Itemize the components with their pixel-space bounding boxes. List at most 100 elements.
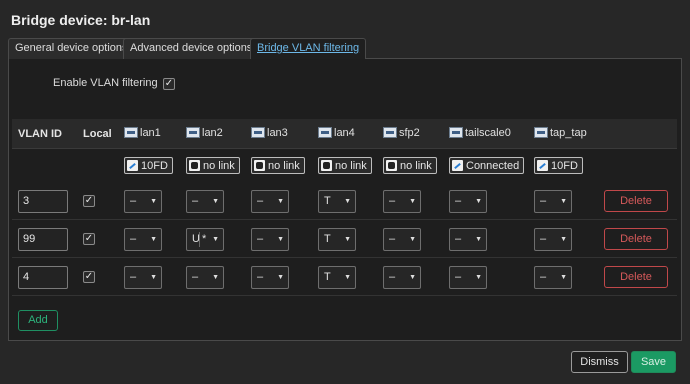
- port-membership-select-lan4[interactable]: T ▼: [318, 190, 356, 213]
- port-membership-select-lan2[interactable]: U * ▼: [186, 228, 224, 251]
- local-checkbox[interactable]: ✓: [83, 233, 95, 245]
- ethernet-icon: [318, 127, 332, 138]
- port-status-lan1: 10FD: [124, 157, 173, 174]
- enable-vlan-filtering-label: Enable VLAN filtering: [53, 77, 158, 89]
- select-value: –: [257, 271, 264, 283]
- port-membership-select-lan3[interactable]: – ▼: [251, 190, 289, 213]
- vlan-id-input[interactable]: 4: [18, 266, 68, 289]
- select-value: –: [130, 233, 137, 245]
- chevron-down-icon: ▼: [344, 236, 351, 243]
- select-value: T: [324, 195, 331, 207]
- chevron-down-icon: ▼: [277, 274, 284, 281]
- port-membership-select-lan1[interactable]: – ▼: [124, 228, 162, 251]
- port-membership-select-lan4[interactable]: T ▼: [318, 228, 356, 251]
- port-membership-select-lan3[interactable]: – ▼: [251, 266, 289, 289]
- enable-vlan-filtering-checkbox[interactable]: ✓: [163, 78, 175, 90]
- tab-vlan-filtering[interactable]: Bridge VLAN filtering: [250, 38, 367, 60]
- dialog-title: Bridge device: br-lan: [11, 12, 151, 28]
- chevron-down-icon: ▼: [475, 236, 482, 243]
- tunnel-icon: [449, 127, 463, 138]
- no-link-icon: [254, 160, 265, 171]
- chevron-down-icon: ▼: [344, 198, 351, 205]
- delete-button[interactable]: Delete: [604, 228, 668, 250]
- save-button[interactable]: Save: [631, 351, 676, 373]
- vlan-id-header: VLAN ID: [18, 128, 62, 140]
- port-membership-select-lan4[interactable]: T ▼: [318, 266, 356, 289]
- local-checkbox[interactable]: ✓: [83, 195, 95, 207]
- port-header-lan1: lan1: [124, 124, 161, 141]
- chevron-down-icon: ▼: [475, 274, 482, 281]
- chevron-down-icon: ▼: [277, 198, 284, 205]
- port-name: lan2: [202, 126, 223, 139]
- port-name: tap_tap: [550, 126, 587, 139]
- port-status-text: no link: [268, 159, 300, 172]
- local-checkbox[interactable]: ✓: [83, 271, 95, 283]
- select-value: –: [540, 233, 547, 245]
- port-name: tailscale0: [465, 126, 511, 139]
- ethernet-icon: [124, 127, 138, 138]
- port-membership-select-tap_tap[interactable]: – ▼: [534, 190, 572, 213]
- select-value: –: [455, 233, 462, 245]
- primary-vlan-marker: *: [202, 233, 207, 245]
- select-value: –: [540, 271, 547, 283]
- port-status-text: no link: [203, 159, 235, 172]
- port-membership-select-lan1[interactable]: – ▼: [124, 266, 162, 289]
- select-value: –: [389, 233, 396, 245]
- port-membership-select-sfp2[interactable]: – ▼: [383, 266, 421, 289]
- chevron-down-icon: ▼: [344, 274, 351, 281]
- chevron-down-icon: ▼: [212, 236, 219, 243]
- no-link-icon: [386, 160, 397, 171]
- port-membership-select-tap_tap[interactable]: – ▼: [534, 266, 572, 289]
- select-value: –: [130, 195, 137, 207]
- port-membership-select-tailscale0[interactable]: – ▼: [449, 190, 487, 213]
- tab-advanced[interactable]: Advanced device options: [123, 38, 260, 59]
- chevron-down-icon: ▼: [150, 274, 157, 281]
- port-membership-select-tap_tap[interactable]: – ▼: [534, 228, 572, 251]
- select-value: –: [257, 233, 264, 245]
- link-up-icon: [452, 160, 463, 171]
- port-header-lan2: lan2: [186, 124, 223, 141]
- port-status-tailscale0: Connected: [449, 157, 525, 174]
- port-membership-select-sfp2[interactable]: – ▼: [383, 228, 421, 251]
- select-value: –: [192, 271, 199, 283]
- ethernet-icon: [383, 127, 397, 138]
- port-membership-select-lan2[interactable]: – ▼: [186, 190, 224, 213]
- port-header-lan4: lan4: [318, 124, 355, 141]
- select-value: –: [540, 195, 547, 207]
- delete-button[interactable]: Delete: [604, 190, 668, 212]
- add-button[interactable]: Add: [18, 310, 58, 331]
- vlan-id-input[interactable]: 3: [18, 190, 68, 213]
- port-header-lan3: lan3: [251, 124, 288, 141]
- select-value: –: [389, 195, 396, 207]
- select-value: –: [455, 195, 462, 207]
- port-membership-select-lan1[interactable]: – ▼: [124, 190, 162, 213]
- port-status-tap_tap: 10FD: [534, 157, 583, 174]
- select-value: T: [324, 271, 331, 283]
- chevron-down-icon: ▼: [409, 236, 416, 243]
- local-header: Local: [83, 128, 112, 140]
- chevron-down-icon: ▼: [150, 198, 157, 205]
- tab-bar: General device options Advanced device o…: [8, 38, 682, 60]
- port-status-text: no link: [335, 159, 367, 172]
- chevron-down-icon: ▼: [212, 198, 219, 205]
- vlan-id-input[interactable]: 99: [18, 228, 68, 251]
- port-status-lan4: no link: [318, 157, 372, 174]
- port-membership-select-lan3[interactable]: – ▼: [251, 228, 289, 251]
- select-value: –: [130, 271, 137, 283]
- port-membership-select-tailscale0[interactable]: – ▼: [449, 266, 487, 289]
- port-status-text: no link: [400, 159, 432, 172]
- port-name: lan4: [334, 126, 355, 139]
- link-up-icon: [537, 160, 548, 171]
- delete-button[interactable]: Delete: [604, 266, 668, 288]
- chevron-down-icon: ▼: [409, 274, 416, 281]
- port-status-sfp2: no link: [383, 157, 437, 174]
- port-status-lan2: no link: [186, 157, 240, 174]
- dismiss-button[interactable]: Dismiss: [571, 351, 628, 373]
- chevron-down-icon: ▼: [560, 236, 567, 243]
- port-membership-select-sfp2[interactable]: – ▼: [383, 190, 421, 213]
- tab-general[interactable]: General device options: [8, 38, 135, 59]
- port-name: lan1: [140, 126, 161, 139]
- port-membership-select-lan2[interactable]: – ▼: [186, 266, 224, 289]
- port-membership-select-tailscale0[interactable]: – ▼: [449, 228, 487, 251]
- port-status-text: 10FD: [141, 159, 168, 172]
